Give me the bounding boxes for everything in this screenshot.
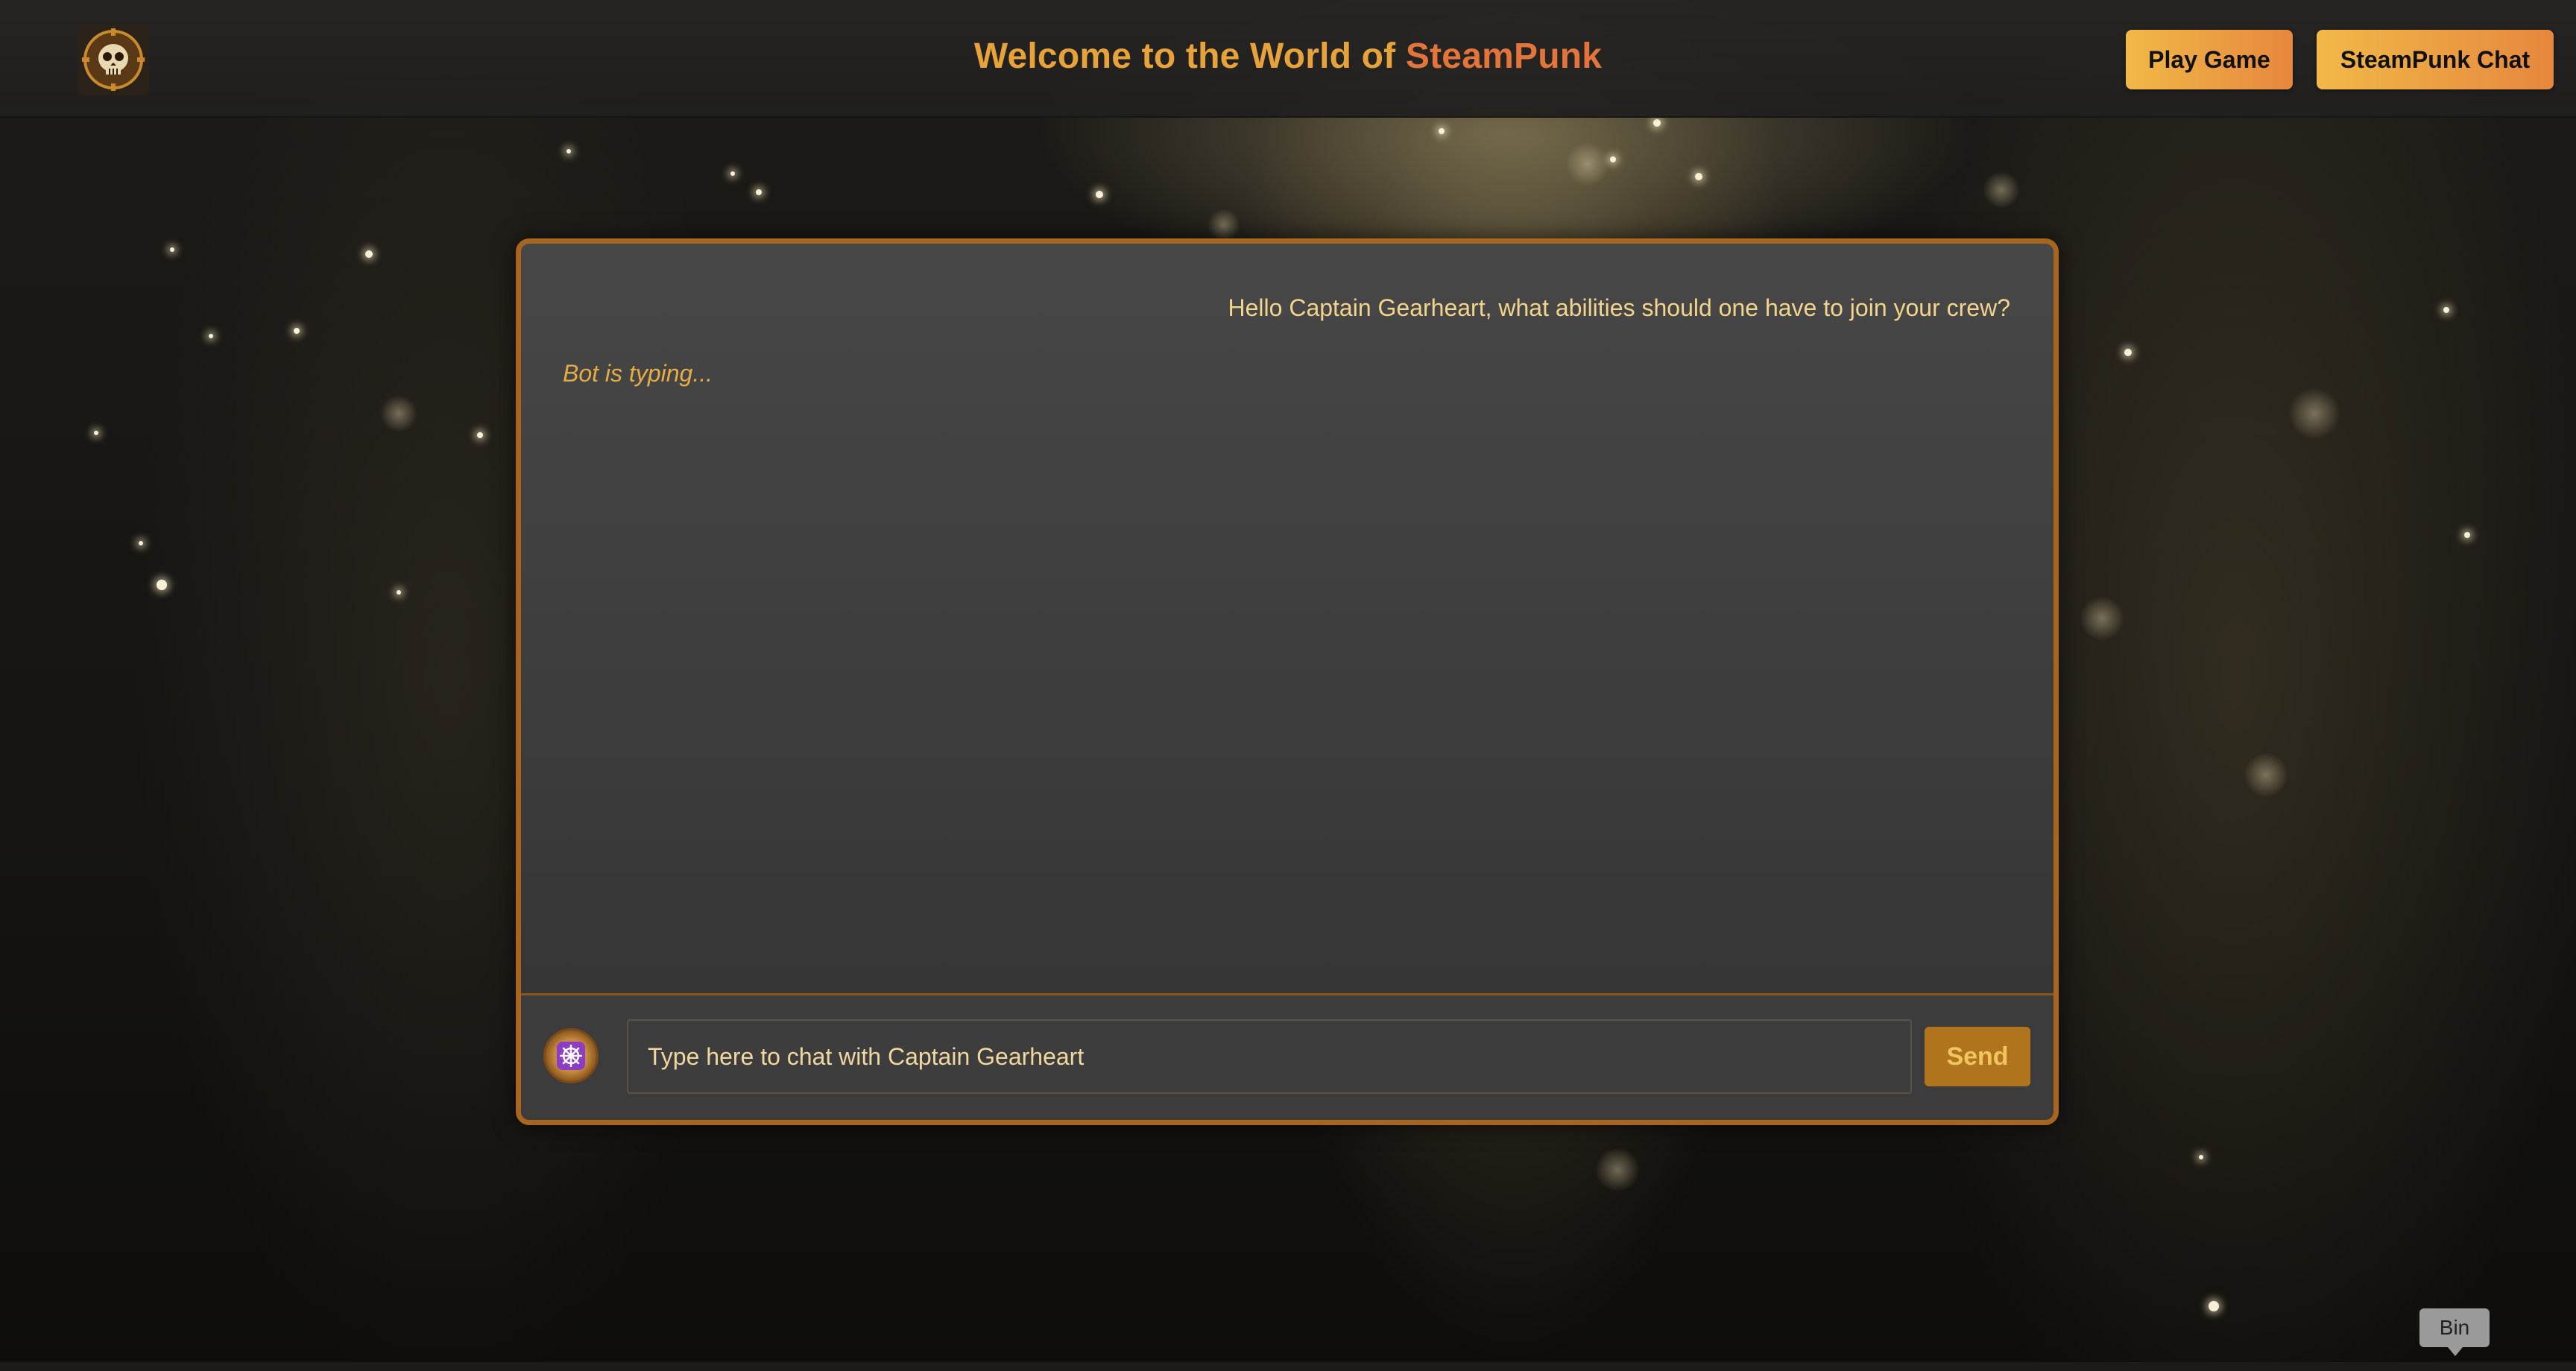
star-decoration xyxy=(756,189,762,195)
typing-indicator: Bot is typing... xyxy=(563,360,713,387)
star-decoration xyxy=(1096,191,1103,198)
ship-wheel-icon xyxy=(557,1042,585,1070)
star-decoration xyxy=(477,432,483,438)
star-decoration xyxy=(1610,156,1616,162)
send-button[interactable]: Send xyxy=(1925,1027,2030,1086)
title-prefix: Welcome to the World of xyxy=(973,37,1406,76)
star-decoration xyxy=(209,334,213,338)
star-decoration xyxy=(157,580,167,590)
bin-tooltip: Bin xyxy=(2419,1308,2490,1356)
bottom-dock-edge xyxy=(0,1362,2576,1371)
play-game-button[interactable]: Play Game xyxy=(2126,30,2293,89)
star-decoration xyxy=(94,431,98,435)
chat-input[interactable] xyxy=(627,1019,1912,1094)
user-message: Hello Captain Gearheart, what abilities … xyxy=(1228,294,2010,321)
star-decoration xyxy=(397,590,401,595)
steampunk-chat-button[interactable]: SteamPunk Chat xyxy=(2317,30,2554,89)
star-decoration xyxy=(1439,128,1445,134)
star-decoration xyxy=(170,247,174,252)
title-highlight: SteamPunk xyxy=(1405,37,1603,76)
star-decoration xyxy=(294,328,300,334)
bokeh-decoration xyxy=(1595,1147,1640,1192)
star-decoration xyxy=(2209,1301,2219,1311)
bokeh-decoration xyxy=(2080,596,2124,641)
chat-input-bar: Send xyxy=(521,993,2053,1120)
bokeh-decoration xyxy=(1208,209,1240,241)
bokeh-decoration xyxy=(2288,387,2340,440)
star-decoration xyxy=(566,149,571,153)
chat-window: Hello Captain Gearheart, what abilities … xyxy=(516,238,2059,1125)
star-decoration xyxy=(2443,307,2449,313)
star-decoration xyxy=(1695,173,1702,180)
top-header: Welcome to the World of SteamPunk Play G… xyxy=(0,0,2576,118)
bokeh-decoration xyxy=(2244,753,2288,797)
star-decoration xyxy=(2199,1155,2203,1159)
star-decoration xyxy=(1653,119,1661,127)
bokeh-decoration xyxy=(1565,142,1610,186)
star-decoration xyxy=(139,541,143,545)
bokeh-decoration xyxy=(1983,171,2020,209)
star-decoration xyxy=(365,250,373,258)
star-decoration xyxy=(2464,532,2470,538)
star-decoration xyxy=(730,171,735,176)
bokeh-decoration xyxy=(380,395,417,432)
bot-avatar[interactable] xyxy=(543,1028,599,1083)
star-decoration xyxy=(2124,349,2132,356)
